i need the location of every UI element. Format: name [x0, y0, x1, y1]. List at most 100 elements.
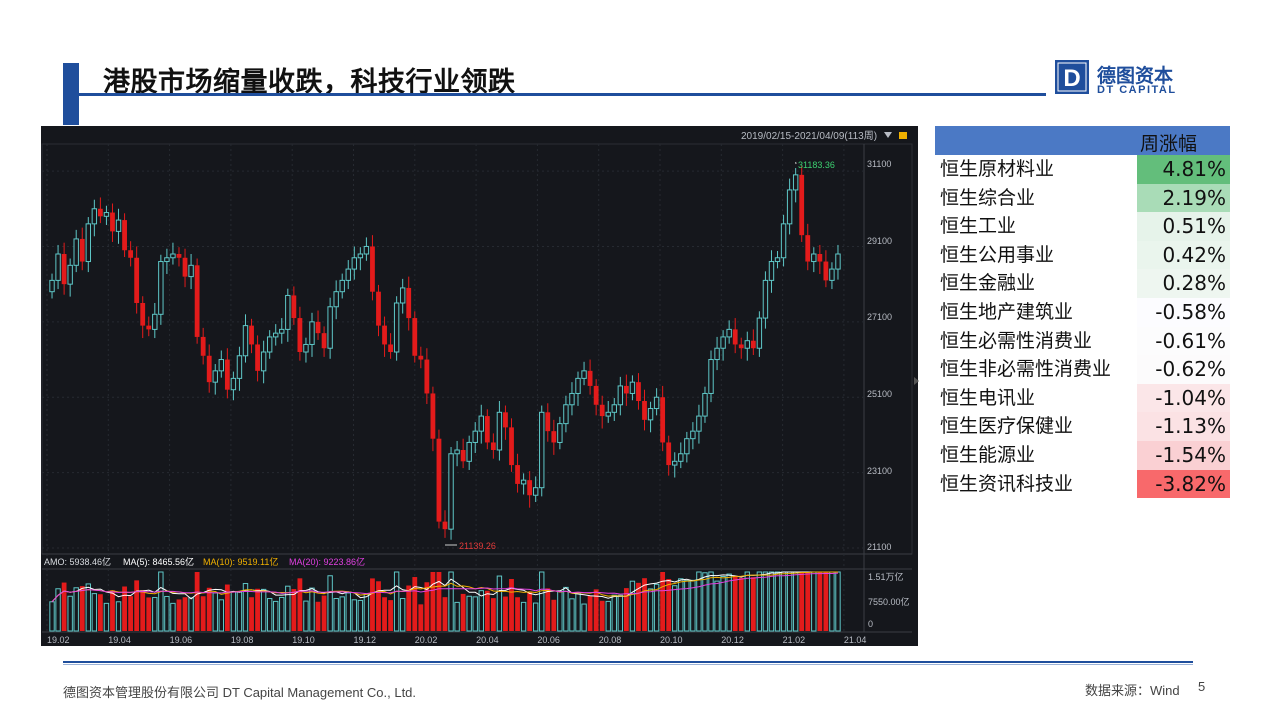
date-range-label: 2019/02/15-2021/04/09(113周) [741, 130, 877, 142]
candle-body [496, 411, 503, 451]
candle-body [599, 404, 605, 417]
candle-body [140, 303, 146, 326]
volume-tick: 0 [868, 619, 873, 629]
candle-body [110, 212, 115, 232]
candle-body [653, 396, 660, 410]
volume-bar [61, 582, 67, 631]
min-price-label: 21139.26 [459, 541, 496, 551]
volume-bar [696, 571, 702, 632]
x-axis-label: 19.02 [47, 635, 70, 645]
candle-body [503, 412, 508, 428]
volume-bar [756, 571, 763, 632]
x-axis-label: 19.12 [354, 635, 377, 645]
price-tick: 25100 [867, 389, 892, 399]
candle-body [551, 431, 557, 443]
volume-bar [85, 583, 91, 632]
candle-body [97, 208, 103, 217]
price-tick: 21100 [867, 542, 891, 552]
volume-bar [388, 600, 393, 631]
candle-body [490, 442, 496, 450]
volume-bar [382, 597, 387, 631]
volume-bar [152, 597, 158, 632]
chart-canvas: 2019/02/15-2021/04/09(113周) 31183.36 211… [41, 130, 913, 645]
candle-body [799, 174, 805, 236]
sector-name: 恒生资讯科技业 [940, 472, 1074, 495]
sector-change: -1.54% [1136, 440, 1230, 470]
candle-body [436, 438, 442, 522]
volume-bar [563, 586, 569, 632]
sector-change: -1.04% [1136, 383, 1230, 413]
volume-bar [122, 586, 127, 631]
volume-bar [345, 592, 351, 632]
candle-body [792, 174, 799, 191]
volume-bar [720, 575, 726, 632]
volume-bar [357, 599, 364, 632]
volume-bar [418, 604, 424, 631]
volume-bar [442, 597, 448, 631]
volume-bar [714, 580, 720, 632]
candle-body [49, 279, 55, 293]
dropdown-arrow-icon[interactable] [884, 132, 892, 138]
candle-body [128, 250, 134, 258]
candle-body [376, 291, 381, 326]
panel-expand-icon[interactable] [914, 377, 919, 385]
volume-bar [587, 595, 593, 631]
volume-bar [212, 592, 218, 632]
volume-bar [134, 580, 140, 631]
x-axis-label: 20.04 [476, 635, 499, 645]
candle-body [303, 343, 309, 353]
candle-body [466, 441, 472, 462]
x-axis-label: 20.02 [415, 635, 438, 645]
volume-bar [351, 599, 358, 632]
footer-company: 德图资本管理股份有限公司 DT Capital Management Co., … [63, 685, 417, 700]
volume-bar [266, 598, 273, 632]
volume-bar [478, 590, 484, 632]
volume-bar [297, 578, 303, 631]
volume-bar [412, 577, 418, 631]
candle-body [61, 254, 67, 285]
table-row: 恒生医疗保健业 -1.13% [935, 412, 1230, 441]
candle-body [297, 318, 303, 352]
sector-name: 恒生必需性消费业 [940, 329, 1093, 352]
volume-bar [532, 602, 539, 632]
volume-bar [399, 598, 406, 632]
volume-bar [200, 596, 206, 631]
sector-name: 恒生电讯业 [940, 386, 1036, 409]
sector-name: 恒生原材料业 [940, 158, 1055, 180]
volume-bar [321, 595, 327, 631]
volume-bar [303, 600, 309, 632]
candle-body [636, 382, 641, 401]
candle-body [285, 294, 291, 330]
volume-bar [823, 572, 829, 631]
candle-body [200, 336, 206, 356]
candle-body [472, 430, 478, 443]
volume-bar [315, 601, 321, 631]
candle-body [647, 408, 654, 421]
candle-body [158, 261, 164, 315]
candle-body [696, 415, 702, 432]
volume-bar [182, 597, 188, 631]
volume-bar [230, 591, 237, 632]
footer-source: 数据来源：Wind [1085, 683, 1180, 698]
candle-body [666, 442, 672, 466]
x-axis-label: 20.06 [537, 635, 560, 645]
lock-icon[interactable] [899, 132, 907, 139]
volume-bar [176, 599, 182, 631]
table-header-label: 周涨幅 [1140, 133, 1198, 155]
volume-bar [218, 599, 225, 632]
ma5-label: MA(5): 8465.56亿 [123, 556, 194, 567]
sector-name: 恒生非必需性消费业 [940, 358, 1112, 381]
hsi-candlestick-chart[interactable]: 2019/02/15-2021/04/09(113周) 31183.36 211… [41, 126, 918, 646]
candle-body [605, 411, 611, 417]
candle-body [454, 449, 460, 455]
candle-body [780, 223, 787, 259]
logo-mark-letter: D [1063, 65, 1080, 92]
candle-body [714, 347, 720, 361]
volume-bar [617, 594, 624, 632]
candle-body [188, 264, 194, 278]
candle-body [122, 220, 127, 251]
volume-bar [708, 571, 714, 632]
sector-change: 2.19% [1136, 183, 1230, 213]
candle-body [829, 268, 835, 281]
volume-bar [79, 586, 85, 631]
